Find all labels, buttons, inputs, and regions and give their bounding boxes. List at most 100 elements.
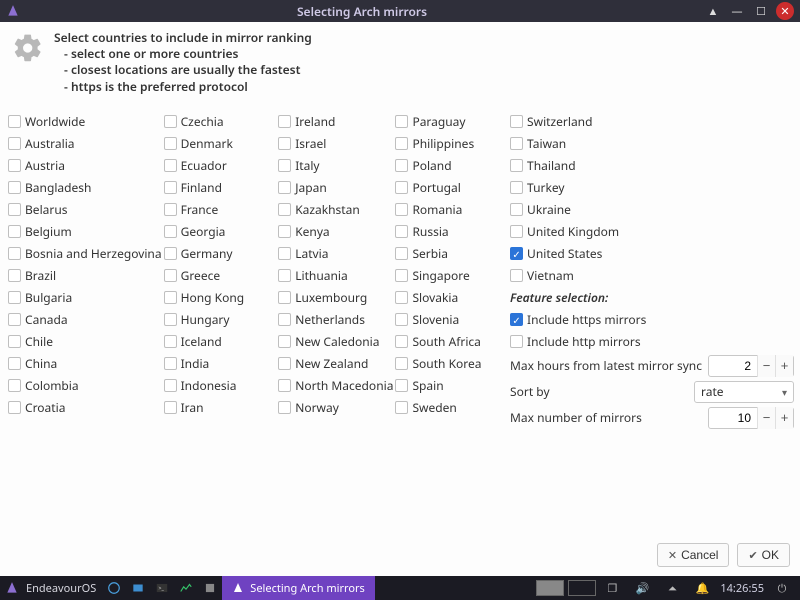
close-button[interactable]: ✕ bbox=[776, 2, 794, 20]
country-checkbox[interactable]: ✓ bbox=[510, 247, 523, 260]
country-checkbox[interactable] bbox=[395, 159, 408, 172]
country-checkbox[interactable] bbox=[395, 401, 408, 414]
country-checkbox[interactable] bbox=[395, 269, 408, 282]
country-checkbox[interactable] bbox=[164, 159, 177, 172]
country-checkbox[interactable] bbox=[278, 247, 291, 260]
country-checkbox[interactable] bbox=[278, 269, 291, 282]
workspace-1[interactable] bbox=[536, 580, 564, 596]
mirror-selector-window: Select countries to include in mirror ra… bbox=[0, 22, 800, 576]
files-icon[interactable] bbox=[126, 576, 150, 600]
taskbar-active-app[interactable]: Selecting Arch mirrors bbox=[222, 576, 375, 600]
max-mirrors-increment[interactable]: + bbox=[775, 407, 793, 429]
country-checkbox[interactable] bbox=[8, 247, 21, 260]
country-checkbox[interactable] bbox=[8, 181, 21, 194]
start-icon[interactable] bbox=[0, 576, 24, 600]
maximize-button[interactable]: ☐ bbox=[752, 2, 770, 20]
country-checkbox[interactable] bbox=[510, 159, 523, 172]
country-checkbox[interactable] bbox=[395, 247, 408, 260]
country-checkbox[interactable] bbox=[164, 335, 177, 348]
country-checkbox[interactable] bbox=[8, 335, 21, 348]
max-hours-input[interactable] bbox=[709, 359, 757, 373]
country-checkbox[interactable] bbox=[8, 357, 21, 370]
tray-notify-icon[interactable]: 🔔 bbox=[690, 576, 714, 600]
country-checkbox[interactable] bbox=[278, 401, 291, 414]
country-checkbox[interactable] bbox=[8, 379, 21, 392]
sort-by-combo[interactable]: rate▾ bbox=[694, 381, 794, 403]
cancel-button[interactable]: ✕ Cancel bbox=[657, 543, 730, 567]
workspace-switcher[interactable] bbox=[536, 580, 600, 596]
country-checkbox[interactable] bbox=[164, 313, 177, 326]
country-checkbox[interactable] bbox=[510, 137, 523, 150]
country-checkbox[interactable] bbox=[395, 379, 408, 392]
country-checkbox[interactable] bbox=[164, 225, 177, 238]
country-checkbox[interactable] bbox=[164, 115, 177, 128]
country-checkbox[interactable] bbox=[8, 115, 21, 128]
max-mirrors-input[interactable] bbox=[709, 411, 757, 425]
max-hours-spinner[interactable]: −+ bbox=[708, 355, 794, 377]
country-checkbox[interactable] bbox=[510, 203, 523, 216]
country-checkbox[interactable] bbox=[278, 137, 291, 150]
country-checkbox[interactable] bbox=[8, 313, 21, 326]
browser-icon[interactable] bbox=[102, 576, 126, 600]
country-checkbox[interactable] bbox=[395, 357, 408, 370]
tray-volume-icon[interactable]: 🔊 bbox=[630, 576, 654, 600]
country-checkbox[interactable] bbox=[8, 159, 21, 172]
country-checkbox[interactable] bbox=[164, 401, 177, 414]
terminal-icon[interactable]: >_ bbox=[150, 576, 174, 600]
country-checkbox[interactable] bbox=[278, 335, 291, 348]
country-checkbox[interactable] bbox=[510, 115, 523, 128]
country-checkbox[interactable] bbox=[8, 269, 21, 282]
country-checkbox[interactable] bbox=[510, 181, 523, 194]
country-checkbox[interactable] bbox=[395, 291, 408, 304]
country-checkbox[interactable] bbox=[164, 203, 177, 216]
country-checkbox[interactable] bbox=[395, 313, 408, 326]
country-checkbox[interactable] bbox=[278, 379, 291, 392]
country-checkbox[interactable] bbox=[8, 137, 21, 150]
country-checkbox[interactable] bbox=[164, 181, 177, 194]
country-checkbox[interactable] bbox=[278, 181, 291, 194]
country-checkbox[interactable] bbox=[395, 181, 408, 194]
country-checkbox[interactable] bbox=[510, 225, 523, 238]
country-checkbox[interactable] bbox=[164, 269, 177, 282]
country-checkbox[interactable] bbox=[278, 291, 291, 304]
country-checkbox[interactable] bbox=[8, 203, 21, 216]
feature-http-checkbox[interactable] bbox=[510, 335, 523, 348]
max-mirrors-decrement[interactable]: − bbox=[757, 407, 775, 429]
max-mirrors-spinner[interactable]: −+ bbox=[708, 407, 794, 429]
country-checkbox[interactable] bbox=[395, 335, 408, 348]
country-checkbox[interactable] bbox=[510, 269, 523, 282]
country-checkbox[interactable] bbox=[278, 203, 291, 216]
country-checkbox[interactable] bbox=[8, 225, 21, 238]
keep-above-button[interactable]: ▲ bbox=[704, 2, 722, 20]
country-checkbox[interactable] bbox=[164, 247, 177, 260]
country-checkbox[interactable] bbox=[278, 225, 291, 238]
country-checkbox[interactable] bbox=[278, 357, 291, 370]
max-hours-decrement[interactable]: − bbox=[757, 355, 775, 377]
minimize-button[interactable]: — bbox=[728, 2, 746, 20]
country-label: Netherlands bbox=[295, 311, 365, 328]
country-checkbox[interactable] bbox=[395, 137, 408, 150]
monitor-icon[interactable] bbox=[174, 576, 198, 600]
country-checkbox[interactable] bbox=[278, 115, 291, 128]
country-checkbox[interactable] bbox=[395, 115, 408, 128]
country-checkbox[interactable] bbox=[164, 291, 177, 304]
country-checkbox[interactable] bbox=[8, 401, 21, 414]
settings-icon[interactable] bbox=[198, 576, 222, 600]
country-checkbox[interactable] bbox=[164, 137, 177, 150]
country-checkbox[interactable] bbox=[164, 357, 177, 370]
tray-clock[interactable]: 14:26:55 bbox=[720, 581, 764, 596]
tray-power-icon[interactable]: ⏻ bbox=[770, 576, 794, 600]
ok-button[interactable]: ✔ OK bbox=[737, 543, 790, 567]
country-checkbox[interactable] bbox=[395, 203, 408, 216]
start-label[interactable]: EndeavourOS bbox=[24, 581, 102, 596]
country-checkbox[interactable] bbox=[395, 225, 408, 238]
feature-https-checkbox[interactable]: ✓ bbox=[510, 313, 523, 326]
tray-network-icon[interactable]: ⏶ bbox=[660, 576, 684, 600]
workspace-2[interactable] bbox=[568, 580, 596, 596]
country-checkbox[interactable] bbox=[164, 379, 177, 392]
country-checkbox[interactable] bbox=[278, 159, 291, 172]
tray-screen-icon[interactable]: ❐ bbox=[600, 576, 624, 600]
max-hours-increment[interactable]: + bbox=[775, 355, 793, 377]
country-checkbox[interactable] bbox=[8, 291, 21, 304]
country-checkbox[interactable] bbox=[278, 313, 291, 326]
